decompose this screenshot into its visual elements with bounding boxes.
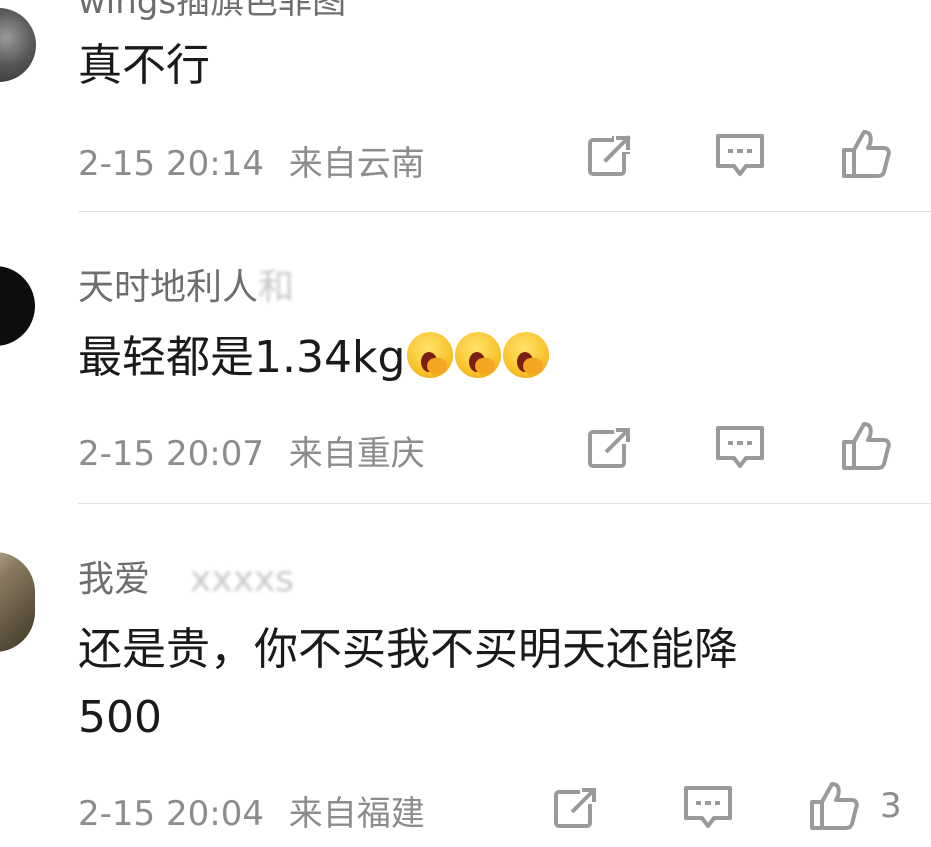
avatar[interactable] — [0, 552, 35, 652]
share-icon[interactable] — [584, 130, 636, 182]
comment-text-body: 最轻都是1.34kg — [78, 332, 406, 383]
avatar[interactable] — [0, 8, 36, 82]
comment-icon[interactable] — [714, 422, 766, 474]
username[interactable]: wings插旗芭菲图 — [78, 0, 456, 23]
divider — [78, 503, 931, 504]
username[interactable]: 我爱 xxxxs — [78, 550, 294, 602]
username[interactable]: 天时地利人和 — [78, 258, 294, 310]
username-text[interactable]: 我爱 — [78, 559, 150, 600]
comment-time: 2-15 20:07 — [78, 434, 264, 474]
username-text[interactable]: wings插旗芭菲图 — [78, 0, 346, 22]
yawn-emoji-icon — [407, 332, 454, 378]
comment-text: 真不行 — [78, 40, 210, 91]
comment-text-line-1: 还是贵，你不买我不买明天还能降 — [78, 624, 738, 675]
username-text[interactable]: 天时地利人 — [78, 267, 258, 308]
comment-text-line-2: 500 — [78, 692, 162, 743]
yawn-emoji-icon — [455, 332, 502, 378]
comment-text: 最轻都是1.34kg — [78, 328, 550, 388]
yawn-emoji-icon — [503, 332, 550, 378]
comment-time: 2-15 20:04 — [78, 794, 264, 834]
username-obscured: 和 — [258, 267, 295, 308]
comment-meta: 2-15 20:14 来自云南 — [78, 136, 425, 185]
username-obscured: xxxxs — [190, 559, 294, 600]
comment-icon[interactable] — [714, 130, 766, 182]
share-icon[interactable] — [584, 422, 636, 474]
thumbs-up-icon[interactable] — [840, 420, 892, 472]
comment-location: 来自重庆 — [288, 434, 425, 474]
comment-meta: 2-15 20:04 来自福建 — [78, 786, 425, 835]
thumbs-up-icon[interactable] — [840, 128, 892, 180]
like-count: 3 — [880, 786, 902, 826]
comment-time: 2-15 20:14 — [78, 144, 264, 184]
share-icon[interactable] — [550, 782, 602, 834]
comment-icon[interactable] — [682, 782, 734, 834]
comment-location: 来自福建 — [288, 794, 425, 834]
avatar[interactable] — [0, 266, 35, 346]
comment-location: 来自云南 — [288, 144, 425, 184]
divider — [78, 211, 931, 212]
thumbs-up-icon[interactable] — [808, 780, 860, 832]
comment-meta: 2-15 20:07 来自重庆 — [78, 426, 425, 475]
